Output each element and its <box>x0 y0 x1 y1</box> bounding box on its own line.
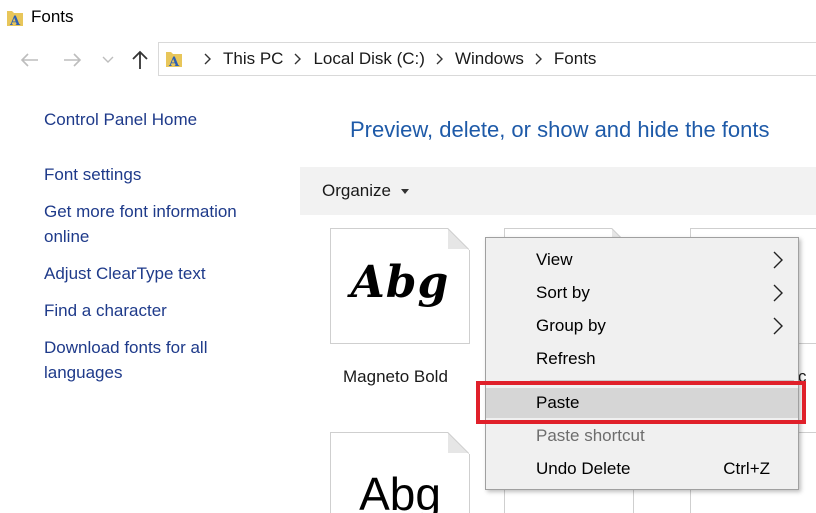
chevron-right-icon[interactable] <box>283 53 313 65</box>
caret-down-icon <box>400 188 409 194</box>
organize-label: Organize <box>322 181 391 200</box>
svg-text:A: A <box>168 55 180 69</box>
back-button[interactable] <box>14 48 44 72</box>
address-bar[interactable]: A This PC Local Disk (C:) Windows Fonts <box>158 42 816 76</box>
highlight-box <box>476 381 806 424</box>
find-character-link[interactable]: Find a character <box>44 298 284 323</box>
page-fold-icon <box>448 432 470 454</box>
page-title: Preview, delete, or show and hide the fo… <box>350 117 770 142</box>
font-tile-label: Magneto Bold <box>343 367 448 386</box>
recent-locations-button[interactable] <box>98 48 118 72</box>
chevron-right-icon[interactable] <box>193 53 223 65</box>
forward-button[interactable] <box>58 48 88 72</box>
up-button[interactable] <box>126 48 154 72</box>
title-bar: A Fonts <box>0 0 816 36</box>
menu-item-sort-by[interactable]: Sort by <box>486 278 798 308</box>
context-menu: View Sort by Group by Refresh Paste Past… <box>485 237 799 490</box>
breadcrumb-fonts[interactable]: Fonts <box>554 49 597 69</box>
organize-button[interactable]: Organize <box>322 181 409 201</box>
font-settings-link[interactable]: Font settings <box>44 162 284 187</box>
navigation-bar: A This PC Local Disk (C:) Windows Fonts <box>0 40 816 80</box>
command-bar: Organize <box>300 167 816 215</box>
breadcrumb-this-pc[interactable]: This PC <box>223 49 283 69</box>
svg-text:A: A <box>9 14 21 28</box>
menu-item-refresh[interactable]: Refresh <box>486 344 798 374</box>
download-fonts-link[interactable]: Download fonts for all languages <box>44 335 284 385</box>
font-tile[interactable]: Abg <box>330 432 470 513</box>
font-tile-magneto-bold[interactable]: Abg <box>330 228 470 344</box>
submenu-arrow-icon <box>773 317 783 335</box>
breadcrumb-windows[interactable]: Windows <box>455 49 524 69</box>
control-panel-home-link[interactable]: Control Panel Home <box>44 107 284 132</box>
arrow-left-icon <box>20 53 38 67</box>
menu-item-shortcut: Ctrl+Z <box>723 459 770 478</box>
menu-item-label: Group by <box>536 316 606 335</box>
chevron-down-icon <box>102 56 114 63</box>
menu-item-undo-delete[interactable]: Undo Delete Ctrl+Z <box>486 454 798 484</box>
fonts-folder-icon: A <box>7 11 23 28</box>
window-title: Fonts <box>31 7 74 26</box>
chevron-right-icon[interactable] <box>524 53 554 65</box>
submenu-arrow-icon <box>773 251 783 269</box>
page-fold-icon <box>448 228 470 250</box>
adjust-cleartype-link[interactable]: Adjust ClearType text <box>44 261 284 286</box>
breadcrumb-local-disk[interactable]: Local Disk (C:) <box>313 49 424 69</box>
fonts-folder-icon: A <box>166 52 182 69</box>
menu-item-view[interactable]: View <box>486 245 798 275</box>
menu-item-paste-shortcut: Paste shortcut <box>486 421 798 451</box>
menu-item-label: View <box>536 250 573 269</box>
menu-item-group-by[interactable]: Group by <box>486 311 798 341</box>
menu-item-label: Undo Delete <box>536 459 631 478</box>
font-preview: Abg <box>350 257 450 308</box>
menu-item-label: Sort by <box>536 283 590 302</box>
font-preview: Abg <box>359 468 441 513</box>
menu-item-label: Refresh <box>536 349 596 368</box>
menu-item-label: Paste shortcut <box>536 426 645 445</box>
arrow-right-icon <box>64 53 82 67</box>
submenu-arrow-icon <box>773 284 783 302</box>
more-font-info-link[interactable]: Get more font information online <box>44 199 284 249</box>
chevron-right-icon[interactable] <box>425 53 455 65</box>
arrow-up-icon <box>132 50 148 69</box>
